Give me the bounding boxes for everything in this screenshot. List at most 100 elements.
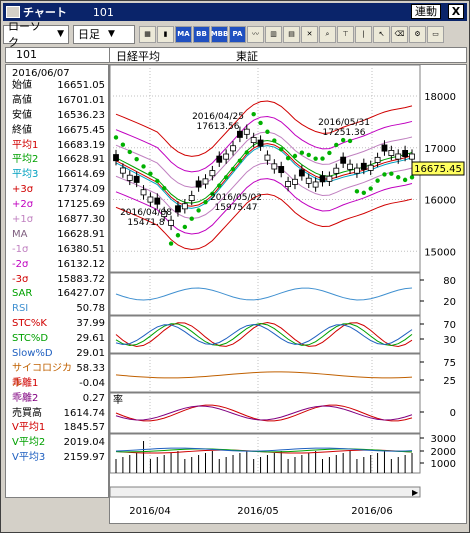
- sar-dot: [361, 190, 367, 195]
- panel-row: 始値 16651.05: [6, 79, 108, 94]
- sar-dot: [134, 156, 139, 162]
- panel-row-value: 16536.23: [57, 109, 105, 121]
- candle-body: [126, 174, 133, 181]
- sar-dot: [155, 178, 160, 184]
- candle-body: [195, 180, 202, 188]
- candle-body: [230, 145, 236, 152]
- price-tick-label: 17000: [424, 144, 456, 155]
- panel-row-label: -1σ: [12, 243, 29, 255]
- panel-row-value: 17374.09: [57, 184, 105, 196]
- chart-type-dropdown[interactable]: ローソク ▼: [3, 20, 69, 49]
- current-price-label: 16675.45: [414, 164, 462, 175]
- sub-tick-label: 0: [450, 408, 456, 419]
- sar-dot: [279, 147, 284, 152]
- candle-body: [181, 203, 188, 210]
- sar-dot: [354, 189, 360, 194]
- panel-row-value: 29.01: [76, 348, 105, 360]
- panel-row-value: 15883.72: [57, 273, 105, 285]
- annotation-value: 15471.8: [127, 218, 164, 228]
- zoom-icon[interactable]: ⌕: [319, 25, 336, 43]
- candle-body: [140, 189, 147, 196]
- panel-row-value: 16628.91: [57, 228, 105, 240]
- candle-body: [354, 167, 360, 174]
- panel-row-label: 平均1: [12, 139, 39, 151]
- chart-window: チャート 101 連動 X ローソク ▼ 日足 ▼ ▦ ▮ MA BB MBB …: [0, 0, 470, 533]
- chart-pane: [109, 392, 421, 434]
- panel-row: 乖離2 0.27: [6, 392, 108, 407]
- panel-row: SAR 16427.07: [6, 287, 108, 302]
- panel-row-label: 平均3: [12, 169, 39, 181]
- panel-row: 平均2 16628.91: [6, 153, 108, 168]
- bb-button[interactable]: BB: [193, 25, 210, 43]
- candle-body: [216, 155, 223, 163]
- sar-dot: [299, 150, 305, 155]
- value-panel: 2016/06/07 始値 16651.05 高値 16701.01 安値 16536.2…: [5, 64, 109, 498]
- sar-dot: [258, 120, 263, 126]
- candle-body: [133, 175, 140, 183]
- split-icon[interactable]: ⊤: [337, 25, 354, 43]
- print-icon[interactable]: ▭: [427, 25, 444, 43]
- sar-dot: [402, 177, 408, 183]
- scale-icon[interactable]: ▤: [283, 25, 300, 43]
- panel-row-value: 50.78: [76, 303, 105, 315]
- cross-icon[interactable]: ✕: [301, 25, 318, 43]
- panel-row-value: 1614.74: [63, 407, 105, 419]
- panel-row-value: 16380.51: [57, 243, 105, 255]
- panel-row-label: V平均1: [12, 422, 46, 434]
- sar-dot: [382, 172, 387, 177]
- panel-row-label: 始値: [12, 80, 32, 91]
- sar-dot: [168, 241, 174, 246]
- pointer-icon[interactable]: ↖: [373, 25, 390, 43]
- sar-dot: [196, 208, 201, 213]
- panel-row-label: 売買高: [12, 407, 42, 419]
- sub-tick-label: 20: [443, 297, 456, 308]
- panel-row-value: 1845.57: [63, 422, 105, 434]
- candle-body: [319, 175, 326, 183]
- annotation-date: 2016/05/31: [318, 118, 370, 128]
- panel-row-label: Slow%D: [12, 348, 53, 360]
- mbb-button[interactable]: MBB: [211, 25, 228, 43]
- panel-row-label: STC%K: [12, 318, 47, 330]
- trend-icon[interactable]: 〰: [247, 25, 264, 43]
- code-input[interactable]: 101: [6, 48, 110, 62]
- sar-dot: [141, 164, 146, 169]
- panel-row: 売買高 1614.74: [6, 407, 108, 422]
- sar-dot: [396, 175, 401, 180]
- pa-button[interactable]: PA: [229, 25, 246, 43]
- bar-icon[interactable]: ▥: [265, 25, 282, 43]
- sar-dot: [313, 156, 318, 161]
- link-button[interactable]: 連動: [411, 4, 441, 19]
- sar-dot: [223, 175, 229, 180]
- candle-icon[interactable]: ▮: [157, 25, 174, 43]
- eraser-icon[interactable]: ⌫: [391, 25, 408, 43]
- selected-date: 2016/06/07: [12, 68, 70, 79]
- panel-row: STC%K 37.99: [6, 317, 108, 332]
- candle-body: [271, 163, 278, 170]
- sar-dot: [230, 166, 236, 172]
- drawing-icon[interactable]: ▦: [139, 25, 156, 43]
- sar-dot: [120, 142, 126, 147]
- panel-row-label: V平均3: [12, 452, 46, 464]
- close-button[interactable]: X: [448, 4, 464, 19]
- sar-dot: [389, 171, 394, 176]
- candle-body: [237, 130, 243, 138]
- candle-body: [333, 167, 340, 174]
- panel-row: V平均2 2019.04: [6, 436, 108, 451]
- period-dropdown[interactable]: 日足 ▼: [73, 24, 135, 44]
- candle-body: [292, 178, 298, 185]
- separator-icon: |: [355, 25, 372, 43]
- panel-row-label: MA: [12, 228, 28, 240]
- ma-button[interactable]: MA: [175, 25, 192, 43]
- panel-row-label: 乖離1: [12, 377, 39, 389]
- chart-pane: [109, 353, 421, 393]
- candle-body: [312, 181, 319, 188]
- panel-row: 安値 16536.23: [6, 109, 108, 124]
- panel-row-value: 16701.01: [57, 94, 105, 106]
- candle-body: [298, 169, 305, 177]
- annotation-date: 2016/05/02: [210, 193, 262, 203]
- price-tick-label: 15000: [424, 247, 456, 258]
- price-tick-label: 18000: [424, 92, 456, 103]
- sar-dot: [217, 183, 222, 188]
- chart-area: 18000 17000 16000 15000 2016/04/25 17613.56 20…: [109, 64, 467, 524]
- settings-icon[interactable]: ⚙: [409, 25, 426, 43]
